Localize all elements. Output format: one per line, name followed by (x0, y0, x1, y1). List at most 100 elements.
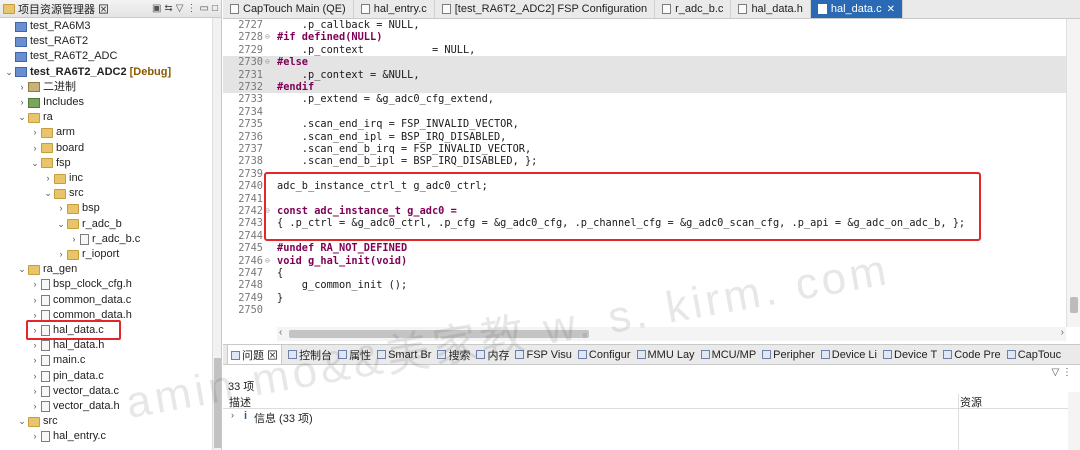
filter-icon[interactable]: ▽ ⋮ (1052, 367, 1072, 378)
collapsed-arrow-icon[interactable]: › (30, 293, 40, 308)
code-line[interactable]: 2745 #undef RA_NOT_DEFINED (223, 242, 1066, 254)
tree-item[interactable]: test_RA6T2_ADC (4, 49, 117, 64)
filter-icon[interactable]: ▽ (176, 3, 184, 14)
tree-item[interactable]: ⌄ fsp (30, 156, 70, 171)
tree-item[interactable]: › Includes (17, 95, 84, 110)
code-line[interactable]: 2727 .p_callback = NULL, (223, 19, 1066, 31)
editor-vscroll-thumb[interactable] (1070, 297, 1078, 313)
tree-item[interactable]: › inc (43, 171, 84, 186)
collapsed-arrow-icon[interactable]: › (30, 277, 40, 292)
view-menu-icon[interactable]: ⋮ (187, 3, 197, 14)
code-line[interactable]: 2732 #endif (223, 81, 1066, 94)
tree-item[interactable]: › pin_data.c (30, 369, 104, 384)
tree-item[interactable]: test_RA6M3 (4, 19, 91, 34)
tree-item[interactable]: › bsp_clock_cfg.h (30, 277, 132, 292)
code-line[interactable]: 2738 .scan_end_b_ipl = BSP_IRQ_DISABLED,… (223, 155, 1066, 167)
code-line[interactable]: 2749} (223, 292, 1066, 304)
tree-item[interactable]: › board (30, 141, 85, 156)
collapsed-arrow-icon[interactable]: › (30, 399, 40, 414)
collapsed-arrow-icon[interactable]: › (17, 95, 27, 110)
collapsed-arrow-icon[interactable]: › (30, 384, 40, 399)
bottom-tab[interactable]: 属性 (338, 347, 371, 363)
bottom-tab[interactable]: Configur (577, 349, 631, 361)
code-line[interactable]: 2748 g_common_init (); (223, 279, 1066, 291)
editor-vertical-scrollbar[interactable] (1066, 19, 1080, 327)
expanded-arrow-icon[interactable]: ⌄ (17, 262, 27, 277)
tree-item[interactable]: › r_adc_b.c (69, 232, 140, 247)
tree-item[interactable]: › vector_data.h (30, 399, 120, 414)
expanded-arrow-icon[interactable]: ⌄ (4, 65, 14, 80)
bottom-tab[interactable]: MMU Lay (636, 349, 695, 361)
bottom-tab[interactable]: CapTouc (1006, 349, 1061, 361)
expanded-arrow-icon[interactable]: ⌄ (17, 110, 27, 125)
bottom-tab[interactable]: 搜索 (437, 347, 470, 363)
tree-item[interactable]: › hal_entry.c (30, 429, 106, 444)
expanded-arrow-icon[interactable]: ⌄ (17, 414, 27, 429)
code-line[interactable]: 2747 { (223, 267, 1066, 279)
tree-item[interactable]: ⌄ src (43, 186, 83, 201)
tree-item[interactable]: › main.c (30, 353, 85, 368)
editor-tab[interactable]: hal_data.h (731, 0, 811, 18)
expanded-arrow-icon[interactable]: ⌄ (43, 186, 53, 201)
bottom-tab[interactable]: Device Li (820, 349, 877, 361)
explorer-scrollbar[interactable] (212, 18, 221, 450)
fold-toggle-icon[interactable]: ⊖ (265, 255, 275, 267)
code-line[interactable]: 2734 (223, 106, 1066, 118)
tree-item[interactable]: ⌄ test_RA6T2_ADC2 [Debug] (4, 65, 171, 80)
tree-item[interactable]: › hal_data.h (30, 338, 104, 353)
editor-tab[interactable]: CapTouch Main (QE) (223, 0, 354, 18)
collapsed-arrow-icon[interactable]: › (56, 201, 66, 216)
editor-tab[interactable]: hal_data.c ✕ (810, 0, 903, 18)
tree-item[interactable]: › bsp (56, 201, 100, 216)
bottom-tab[interactable]: Smart Br (377, 349, 431, 361)
code-line[interactable]: 2737 .scan_end_b_irq = FSP_INVALID_VECTO… (223, 143, 1066, 155)
bottom-tab[interactable]: 问题 ⊠ (227, 345, 283, 364)
bottom-tab[interactable]: MCU/MP (700, 349, 756, 361)
tree-item[interactable]: ⌄ ra (17, 110, 53, 125)
code-line[interactable]: 2730 ⊖ #else (223, 56, 1066, 69)
collapsed-arrow-icon[interactable]: › (30, 125, 40, 140)
bottom-tab[interactable]: Device T (883, 349, 937, 361)
editor-tab[interactable]: [test_RA6T2_ADC2] FSP Configuration (435, 0, 656, 18)
tree-item[interactable]: test_RA6T2 (4, 34, 88, 49)
code-line[interactable]: 2729 .p_context = NULL, (223, 44, 1066, 56)
tree-item[interactable]: ⌄ r_adc_b (56, 217, 122, 232)
bottom-tab[interactable]: 内存 (476, 347, 509, 363)
tree-item[interactable]: › common_data.c (30, 293, 131, 308)
explorer-scroll-thumb[interactable] (214, 358, 221, 448)
fold-toggle-icon[interactable]: ⊖ (265, 56, 275, 68)
tree-item[interactable]: › vector_data.c (30, 384, 119, 399)
fold-toggle-icon[interactable]: ⊖ (265, 31, 275, 43)
bottom-tab[interactable]: 控制台 (288, 347, 332, 363)
collapsed-arrow-icon[interactable]: › (30, 141, 40, 156)
collapsed-arrow-icon[interactable]: › (56, 247, 66, 262)
bottom-tab[interactable]: Peripher (762, 349, 815, 361)
table-row[interactable]: › i 信息 (33 项) (223, 409, 1080, 425)
link-editor-icon[interactable]: ⇆ (164, 3, 172, 14)
bottom-tab[interactable]: Code Pre (943, 349, 1001, 361)
expanded-arrow-icon[interactable]: ⌄ (56, 217, 66, 232)
scroll-right-icon[interactable]: › (1061, 327, 1064, 338)
code-line[interactable]: 2733 .p_extend = &g_adc0_cfg_extend, (223, 93, 1066, 105)
tree-item[interactable]: › r_ioport (56, 247, 120, 262)
editor-tab[interactable]: hal_entry.c (354, 0, 435, 18)
code-line[interactable]: 2731 .p_context = &NULL, (223, 68, 1066, 81)
code-line[interactable]: 2728 ⊖ #if defined(NULL) (223, 31, 1066, 43)
collapsed-arrow-icon[interactable]: › (30, 338, 40, 353)
close-tab-icon[interactable]: ✕ (887, 4, 895, 15)
code-line[interactable]: 2736 .scan_end_ipl = BSP_IRQ_DISABLED, (223, 131, 1066, 143)
tree-item[interactable]: › 二进制 (17, 80, 77, 95)
maximize-icon[interactable]: □ (212, 3, 218, 14)
collapsed-arrow-icon[interactable]: › (30, 353, 40, 368)
tree-item[interactable]: › arm (30, 125, 75, 140)
bottom-tab[interactable]: FSP Visu (515, 349, 572, 361)
collapsed-arrow-icon[interactable]: › (69, 232, 79, 247)
collapsed-arrow-icon[interactable]: › (30, 369, 40, 384)
problems-scrollbar[interactable] (1068, 392, 1080, 450)
editor-tab[interactable]: r_adc_b.c (655, 0, 732, 18)
code-line[interactable]: 2746 ⊖ void g_hal_init(void) (223, 255, 1066, 267)
tree-item[interactable]: ⌄ src (17, 414, 57, 429)
expanded-arrow-icon[interactable]: ⌄ (30, 156, 40, 171)
editor-horizontal-scrollbar[interactable]: ‹ › (277, 327, 1066, 341)
collapsed-arrow-icon[interactable]: › (17, 80, 27, 95)
